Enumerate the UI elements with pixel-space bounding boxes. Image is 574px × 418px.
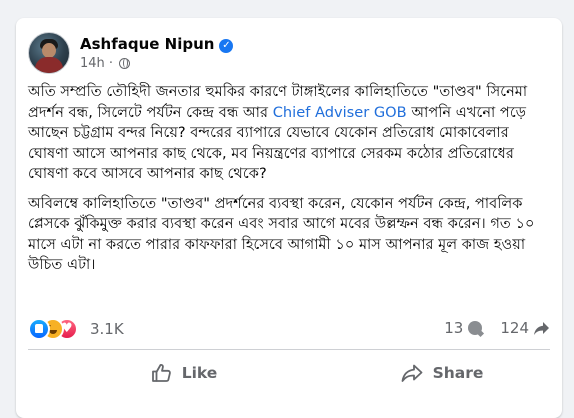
reaction-count[interactable]: 3.1K xyxy=(90,320,124,338)
author-name[interactable]: Ashfaque Nipun xyxy=(80,35,214,53)
share-count-icon xyxy=(534,322,549,335)
share-label: Share xyxy=(432,364,484,382)
avatar-face xyxy=(42,43,56,58)
author-avatar[interactable] xyxy=(28,32,70,74)
thumbs-up-icon xyxy=(151,363,171,382)
author-row: Ashfaque Nipun ✓ xyxy=(80,34,234,53)
share-count[interactable]: 124 xyxy=(500,319,529,337)
post-body: অতি সম্প্রতি তৌহিদী জনতার হুমকির কারণে ট… xyxy=(28,82,550,285)
avatar-shirt xyxy=(35,57,63,73)
like-reaction-icon xyxy=(28,318,50,340)
post-card: Ashfaque Nipun ✓ 14h · অতি সম্প্রতি তৌহিদ… xyxy=(16,18,562,418)
like-button[interactable]: Like xyxy=(84,354,284,392)
post-actions: Like Share xyxy=(16,354,562,394)
comment-count[interactable]: 13 xyxy=(444,319,463,337)
post-meta: 14h · xyxy=(80,56,131,71)
post-paragraph-1: অতি সম্প্রতি তৌহিদী জনতার হুমকির কারণে ট… xyxy=(28,82,550,185)
post-paragraph-2: অবিলম্বে কালিহাতিতে "তাণ্ডব" প্রদর্শনের … xyxy=(28,194,535,274)
post-header: Ashfaque Nipun ✓ 14h · xyxy=(28,32,550,76)
comment-icon xyxy=(468,321,483,335)
post-time[interactable]: 14h xyxy=(80,56,105,71)
mention-link[interactable]: Chief Adviser GOB xyxy=(273,104,407,121)
reactions-bar: 3.1K 13 124 xyxy=(28,316,550,340)
reaction-icons[interactable] xyxy=(28,318,84,340)
share-button[interactable]: Share xyxy=(342,354,542,392)
meta-separator: · xyxy=(108,56,114,71)
share-arrow-icon xyxy=(401,364,422,382)
verified-badge-icon: ✓ xyxy=(219,39,234,53)
actions-divider xyxy=(28,349,550,350)
like-label: Like xyxy=(181,364,218,382)
engagement-counts: 13 124 xyxy=(444,319,550,337)
globe-icon xyxy=(119,58,131,69)
